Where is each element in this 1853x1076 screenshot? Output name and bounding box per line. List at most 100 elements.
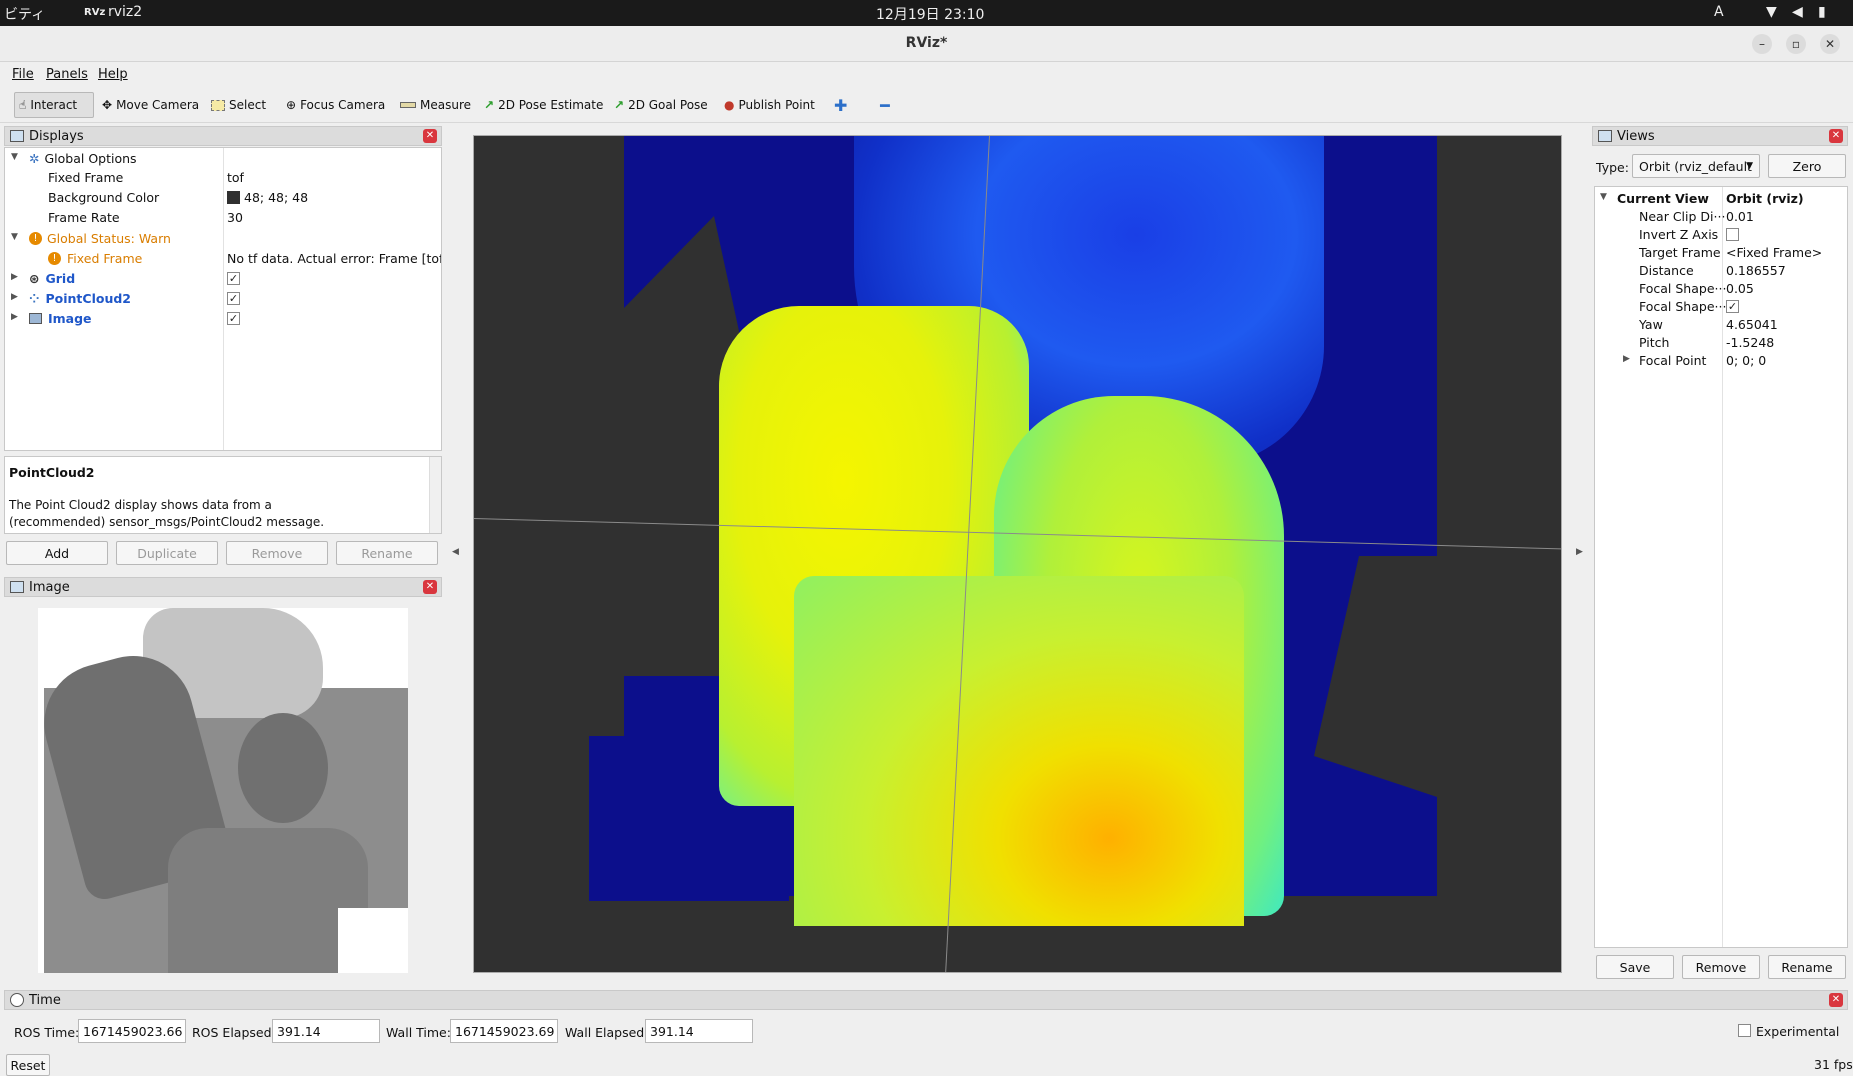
select-label: Select [229,98,267,112]
maximize-button[interactable]: ▫ [1786,34,1806,54]
battery-icon[interactable]: ▮ [1818,4,1826,20]
collapse-arrow-icon[interactable]: ▶ [11,312,18,322]
tree-item-global-status[interactable]: ! Global Status: Warn [29,229,171,247]
menu-help[interactable]: Help [98,67,128,82]
ros-elapsed-field[interactable]: 391.14 [272,1019,380,1043]
pitch-value[interactable]: -1.5248 [1726,333,1774,351]
select-tool-button[interactable]: Select [207,92,270,118]
experimental-checkbox[interactable] [1738,1024,1751,1040]
expand-arrow-icon[interactable]: ▼ [1600,192,1607,202]
3d-render-viewport[interactable] [473,135,1562,973]
rename-view-button[interactable]: Rename [1768,955,1846,979]
checkmark-icon: ✓ [227,311,240,325]
focal-point-value[interactable]: 0; 0; 0 [1726,351,1766,369]
wall-elapsed-field[interactable]: 391.14 [645,1019,753,1043]
add-display-button[interactable]: Add [6,541,108,565]
expand-arrow-icon[interactable]: ▼ [11,152,18,162]
background-color-value[interactable]: 48; 48; 48 [227,188,308,206]
tree-item-image[interactable]: Image [29,309,92,327]
close-views-icon[interactable]: ✕ [1829,129,1843,143]
focus-camera-tool-button[interactable]: ⊕ Focus Camera [282,92,389,118]
input-method-indicator[interactable]: A [1714,4,1724,20]
empty-checkbox [1726,227,1739,241]
menu-panels[interactable]: Panels [46,67,88,82]
reset-button[interactable]: Reset [6,1054,50,1076]
pitch-label: Pitch [1639,334,1670,350]
app-menu-label[interactable]: rviz2 [108,4,142,20]
remove-tool-button[interactable]: ━ [876,92,894,118]
duplicate-display-button[interactable]: Duplicate [116,541,218,565]
goal-pose-label: 2D Goal Pose [628,98,708,112]
ros-elapsed-label: ROS Elapsed: [192,1025,276,1040]
wifi-icon[interactable]: ▼ [1766,4,1777,20]
yaw-value[interactable]: 4.65041 [1726,315,1778,333]
activities-label[interactable]: ビティ [4,4,45,24]
pointcloud-enabled-checkbox[interactable]: ✓ [227,289,240,307]
fixed-frame-value[interactable]: tof [227,168,244,186]
invert-z-label: Invert Z Axis [1639,226,1719,242]
pointcloud-label: PointCloud2 [45,290,131,306]
move-camera-label: Move Camera [116,98,200,112]
focal-shape-size-value[interactable]: 0.05 [1726,279,1754,297]
collapse-left-dock-icon[interactable]: ◀ [452,547,459,557]
publish-point-label: Publish Point [738,98,815,112]
ros-time-label: ROS Time: [14,1025,80,1040]
close-displays-icon[interactable]: ✕ [423,129,437,143]
publish-point-tool-button[interactable]: ● Publish Point [720,92,819,118]
tree-item-pointcloud2[interactable]: ⁘ PointCloud2 [29,289,131,307]
fixed-frame-label: Fixed Frame [48,169,124,185]
near-clip-value[interactable]: 0.01 [1726,207,1754,225]
views-title: Views [1617,128,1655,144]
tree-item-grid[interactable]: ⊛ Grid [29,269,75,287]
remove-display-button[interactable]: Remove [226,541,328,565]
window-title: RViz* [905,35,948,51]
clock[interactable]: 12月19日 23:10 [876,4,984,24]
move-camera-tool-button[interactable]: ✥ Move Camera [98,92,203,118]
measure-tool-button[interactable]: Measure [396,92,475,118]
frame-rate-value[interactable]: 30 [227,208,243,226]
close-image-panel-icon[interactable]: ✕ [423,580,437,594]
frame-rate-label: Frame Rate [48,209,120,225]
goal-pose-tool-button[interactable]: ↗ 2D Goal Pose [610,92,712,118]
view-type-dropdown[interactable]: Orbit (rviz_default ▼ [1632,154,1760,178]
interact-tool-button[interactable]: ☝ Interact [14,92,94,118]
add-tool-button[interactable]: ✚ [830,92,851,118]
grid-enabled-checkbox[interactable]: ✓ [227,269,240,287]
views-panel-header: Views ✕ [1592,126,1848,146]
close-window-button[interactable]: ✕ [1820,34,1840,54]
volume-icon[interactable]: ◀ [1792,4,1803,20]
system-top-bar: ビティ RVz rviz2 12月19日 23:10 A ▼ ◀ ▮ [0,0,1853,26]
target-frame-value[interactable]: <Fixed Frame> [1726,243,1822,261]
description-scrollbar[interactable] [429,457,441,533]
menu-file[interactable]: File [12,67,34,82]
collapse-arrow-icon[interactable]: ▶ [11,292,18,302]
minimize-button[interactable]: – [1752,34,1772,54]
status-fixed-frame-item[interactable]: ! Fixed Frame [48,249,142,267]
focal-shape-fixed-checkbox[interactable]: ✓ [1726,297,1739,315]
wall-time-field[interactable]: 1671459023.69 [450,1019,558,1043]
description-box: PointCloud2 The Point Cloud2 display sho… [4,456,442,534]
collapse-arrow-icon[interactable]: ▶ [11,272,18,282]
empty-checkbox [1738,1024,1751,1037]
rename-display-button[interactable]: Rename [336,541,438,565]
save-view-button[interactable]: Save [1596,955,1674,979]
invert-z-checkbox[interactable] [1726,225,1739,243]
tree-item-global-options[interactable]: ✲ Global Options [29,149,137,167]
expand-arrow-icon[interactable]: ▼ [11,232,18,242]
close-time-panel-icon[interactable]: ✕ [1829,993,1843,1007]
remove-view-button[interactable]: Remove [1682,955,1760,979]
point-cloud-icon: ⁘ [29,290,40,306]
pose-estimate-tool-button[interactable]: ↗ 2D Pose Estimate [480,92,607,118]
current-view-label[interactable]: Current View [1617,189,1709,207]
distance-value[interactable]: 0.186557 [1726,261,1786,279]
collapse-right-dock-icon[interactable]: ▶ [1576,547,1583,557]
displays-title: Displays [29,128,84,144]
image-enabled-checkbox[interactable]: ✓ [227,309,240,327]
collapse-arrow-icon[interactable]: ▶ [1623,354,1630,364]
warning-icon: ! [29,231,42,245]
image-panel-title: Image [29,579,70,595]
focal-point-label[interactable]: Focal Point [1639,351,1706,369]
zero-view-button[interactable]: Zero [1768,154,1846,178]
ruler-icon [400,102,416,108]
ros-time-field[interactable]: 1671459023.66 [78,1019,186,1043]
